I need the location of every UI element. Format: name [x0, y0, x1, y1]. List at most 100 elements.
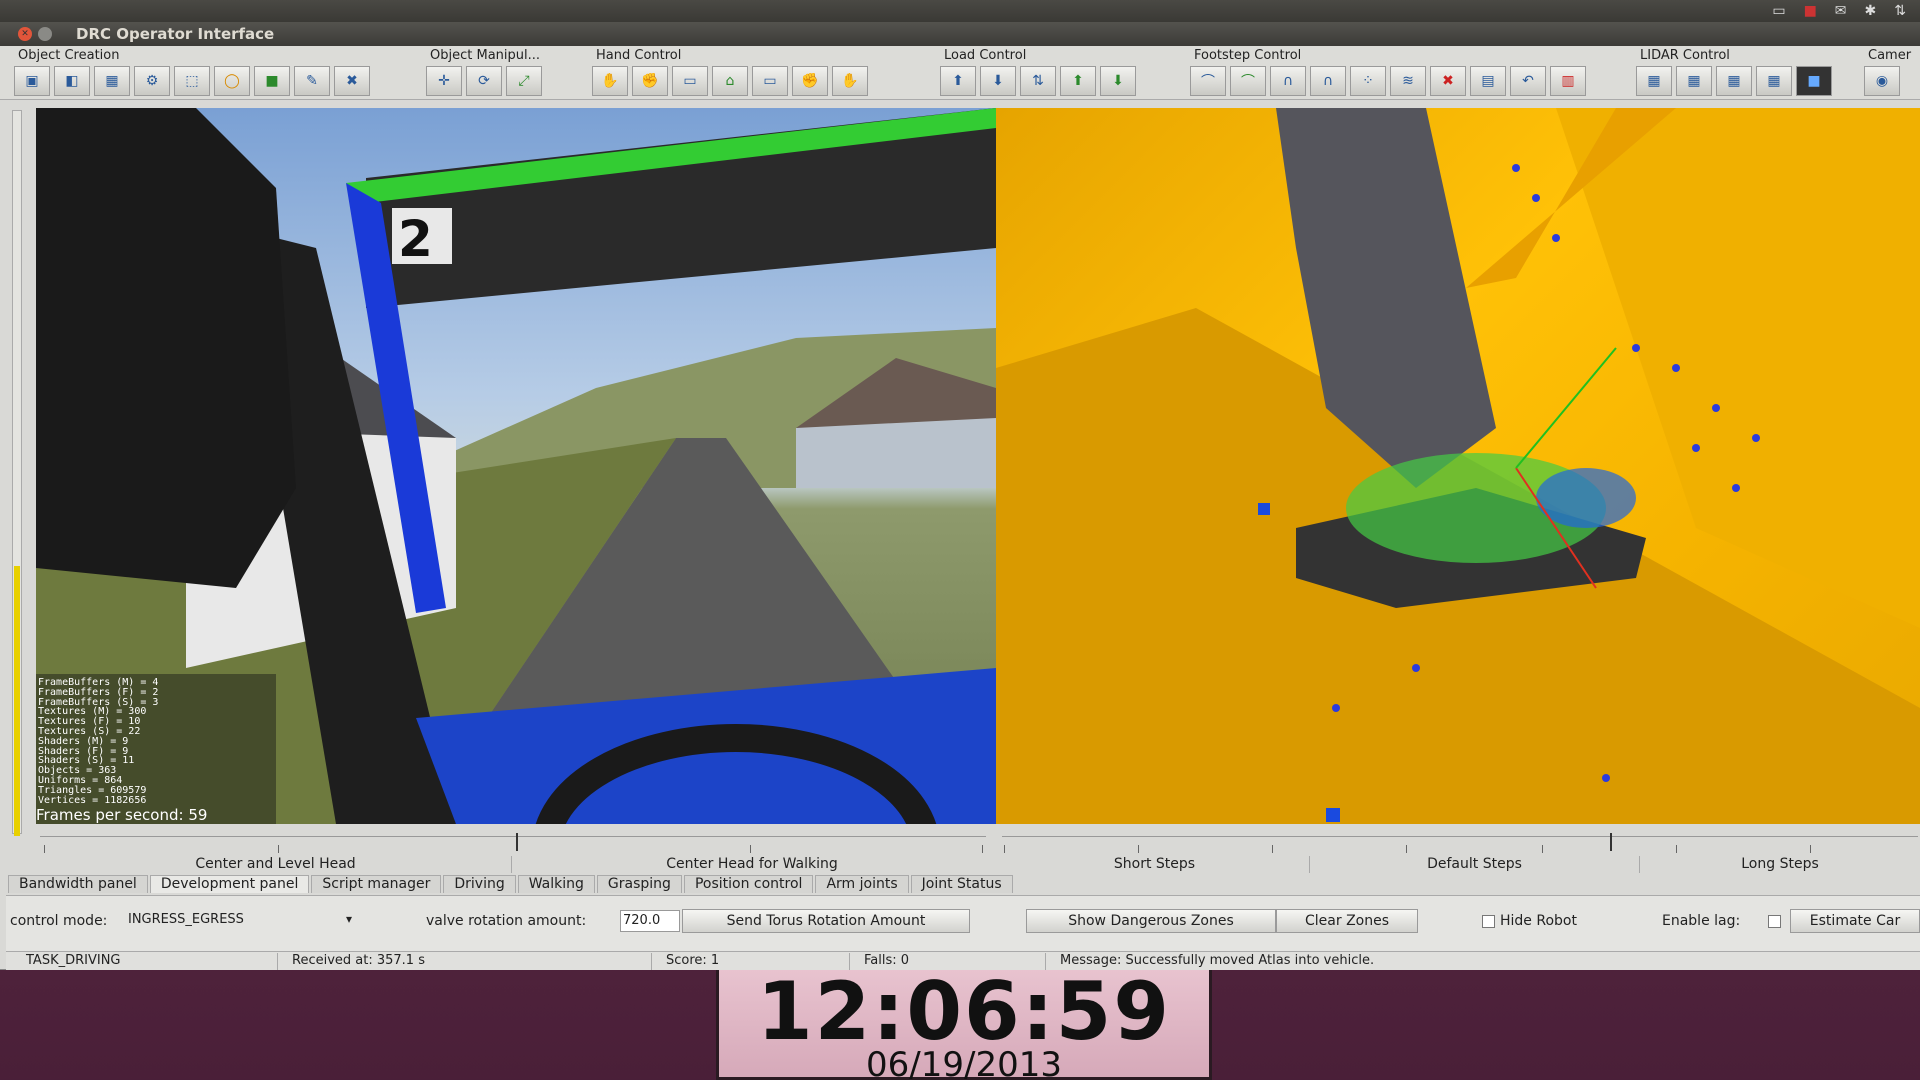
slider-tick — [1272, 845, 1273, 853]
head-slider[interactable] — [40, 833, 986, 854]
tab-walking[interactable]: Walking — [517, 875, 595, 893]
lidar-scan-icon[interactable]: ▦ — [1636, 66, 1672, 96]
robot-scene — [996, 108, 1920, 824]
slider-thumb[interactable] — [516, 833, 524, 851]
slider-tick — [278, 845, 279, 853]
load-icon[interactable]: ⬆ — [1060, 66, 1096, 96]
center-level-head-label[interactable]: Center and Level Head — [40, 856, 512, 873]
bluetooth-icon[interactable]: ✱ — [1865, 4, 1877, 18]
group-icons: ▣ ◧ ▦ ⚙ ⬚ ◯ ■ ✎ ✖ — [14, 66, 370, 96]
tab-script-manager[interactable]: Script manager — [311, 875, 442, 893]
move-tool-icon[interactable]: ✛ — [426, 66, 462, 96]
control-mode-select[interactable]: INGRESS_EGRESS — [126, 910, 362, 932]
valve-rotation-input[interactable]: 720.0 — [620, 910, 680, 932]
cube-tool-icon[interactable]: ■ — [254, 66, 290, 96]
tab-driving[interactable]: Driving — [443, 875, 516, 893]
battery-icon[interactable]: ■ — [1804, 4, 1817, 18]
hand-blank-icon[interactable]: ▭ — [752, 66, 788, 96]
group-label: Load Control — [944, 48, 1027, 63]
tab-position-control[interactable]: Position control — [683, 875, 814, 893]
torus-tool-icon[interactable]: ◯ — [214, 66, 250, 96]
clock-overlay: 12:06:59 06/19/2013 — [716, 970, 1212, 1080]
load-icon[interactable]: ⬇ — [980, 66, 1016, 96]
center-head-walking-label[interactable]: Center Head for Walking — [512, 856, 992, 873]
wall-tool-icon[interactable]: ▦ — [94, 66, 130, 96]
close-icon[interactable]: ✕ — [18, 27, 32, 41]
step-presets: Short Steps Default Steps Long Steps — [1000, 856, 1920, 873]
tab-bandwidth[interactable]: Bandwidth panel — [8, 875, 148, 893]
lidar-black-icon[interactable]: ■ — [1796, 66, 1832, 96]
chevron-down-icon[interactable]: ▾ — [346, 912, 352, 926]
footstep-left-icon[interactable]: ⌒ — [1190, 66, 1226, 96]
clear-zones-button[interactable]: Clear Zones — [1276, 909, 1418, 933]
hide-robot-checkbox[interactable] — [1482, 915, 1495, 928]
vehicle-tool-icon[interactable]: ⚙ — [134, 66, 170, 96]
lidar-clear-icon[interactable]: ▦ — [1756, 66, 1792, 96]
footstep-pair-icon[interactable]: ∩ — [1270, 66, 1306, 96]
group-label: Hand Control — [596, 48, 682, 63]
vertical-slider[interactable] — [12, 110, 22, 836]
toolbar: Object Creation ▣ ◧ ▦ ⚙ ⬚ ◯ ■ ✎ ✖ Object… — [0, 46, 1920, 100]
footstep-undo-icon[interactable]: ↶ — [1510, 66, 1546, 96]
rotate-tool-icon[interactable]: ⟳ — [466, 66, 502, 96]
delete-tool-icon[interactable]: ✖ — [334, 66, 370, 96]
load-icon[interactable]: ⬆ — [940, 66, 976, 96]
slider-thumb[interactable] — [1610, 833, 1618, 851]
axis-green — [1515, 347, 1617, 469]
enable-lag-label: Enable lag: — [1662, 913, 1741, 929]
keyboard-icon[interactable]: ▭ — [1772, 4, 1785, 18]
tab-development[interactable]: Development panel — [149, 875, 310, 893]
3d-world-viewport[interactable] — [996, 108, 1920, 824]
footstep-clear-icon[interactable]: ✖ — [1430, 66, 1466, 96]
box-tool-icon[interactable]: ◧ — [54, 66, 90, 96]
drill-tool-icon[interactable]: ✎ — [294, 66, 330, 96]
valve-rotation-label: valve rotation amount: — [426, 913, 587, 929]
hand-close-icon[interactable]: ✊ — [632, 66, 668, 96]
lidar-point — [1602, 774, 1610, 782]
slider-tick — [982, 845, 983, 853]
hand-place-icon[interactable]: ✋ — [832, 66, 868, 96]
hand-place-icon[interactable]: ✋ — [592, 66, 628, 96]
footstep-pair-icon[interactable]: ∩ — [1310, 66, 1346, 96]
align-tool-icon[interactable]: ⤢ — [506, 66, 542, 96]
slider-level — [14, 566, 20, 836]
footstep-stop-icon[interactable]: ▥ — [1550, 66, 1586, 96]
select-tool-icon[interactable]: ▣ — [14, 66, 50, 96]
network-icon[interactable]: ⇅ — [1894, 4, 1906, 18]
tab-grasping[interactable]: Grasping — [596, 875, 682, 893]
lidar-enable-icon[interactable]: ▦ — [1716, 66, 1752, 96]
slider-tick — [1676, 845, 1677, 853]
send-torus-rotation-button[interactable]: Send Torus Rotation Amount — [682, 909, 970, 933]
long-steps-label[interactable]: Long Steps — [1640, 856, 1920, 873]
hand-blank-icon[interactable]: ▭ — [672, 66, 708, 96]
lidar-scan-icon[interactable]: ▦ — [1676, 66, 1712, 96]
step-slider[interactable] — [1002, 833, 1918, 854]
load-icon[interactable]: ⇅ — [1020, 66, 1056, 96]
minimize-icon[interactable] — [38, 27, 52, 41]
lidar-point — [1632, 344, 1640, 352]
show-dangerous-zones-button[interactable]: Show Dangerous Zones — [1026, 909, 1276, 933]
group-icons: ✋ ✊ ▭ ⌂ ▭ ✊ ✋ — [592, 66, 868, 96]
estimate-car-button[interactable]: Estimate Car — [1790, 909, 1920, 933]
lidar-point — [1332, 704, 1340, 712]
footstep-right-icon[interactable]: ⌒ — [1230, 66, 1266, 96]
footstep-stairs-icon[interactable]: ≋ — [1390, 66, 1426, 96]
hand-home-icon[interactable]: ⌂ — [712, 66, 748, 96]
default-steps-label[interactable]: Default Steps — [1310, 856, 1640, 873]
tab-arm-joints[interactable]: Arm joints — [815, 875, 909, 893]
lidar-point — [1712, 404, 1720, 412]
load-icon[interactable]: ⬇ — [1100, 66, 1136, 96]
camera-viewport[interactable]: 2 FrameBuffers (M) = 4 FrameBuffers (F) … — [36, 108, 996, 824]
ladder-tool-icon[interactable]: ⬚ — [174, 66, 210, 96]
hand-close-icon[interactable]: ✊ — [792, 66, 828, 96]
tab-joint-status[interactable]: Joint Status — [910, 875, 1013, 893]
footstep-snap-icon[interactable]: ▤ — [1470, 66, 1506, 96]
hide-robot-label: Hide Robot — [1500, 913, 1577, 929]
lidar-point — [1732, 484, 1740, 492]
enable-lag-checkbox[interactable] — [1768, 915, 1781, 928]
lidar-point — [1672, 364, 1680, 372]
footstep-grid-icon[interactable]: ⁘ — [1350, 66, 1386, 96]
mail-icon[interactable]: ✉ — [1835, 4, 1847, 18]
short-steps-label[interactable]: Short Steps — [1000, 856, 1310, 873]
eye-icon[interactable]: ◉ — [1864, 66, 1900, 96]
